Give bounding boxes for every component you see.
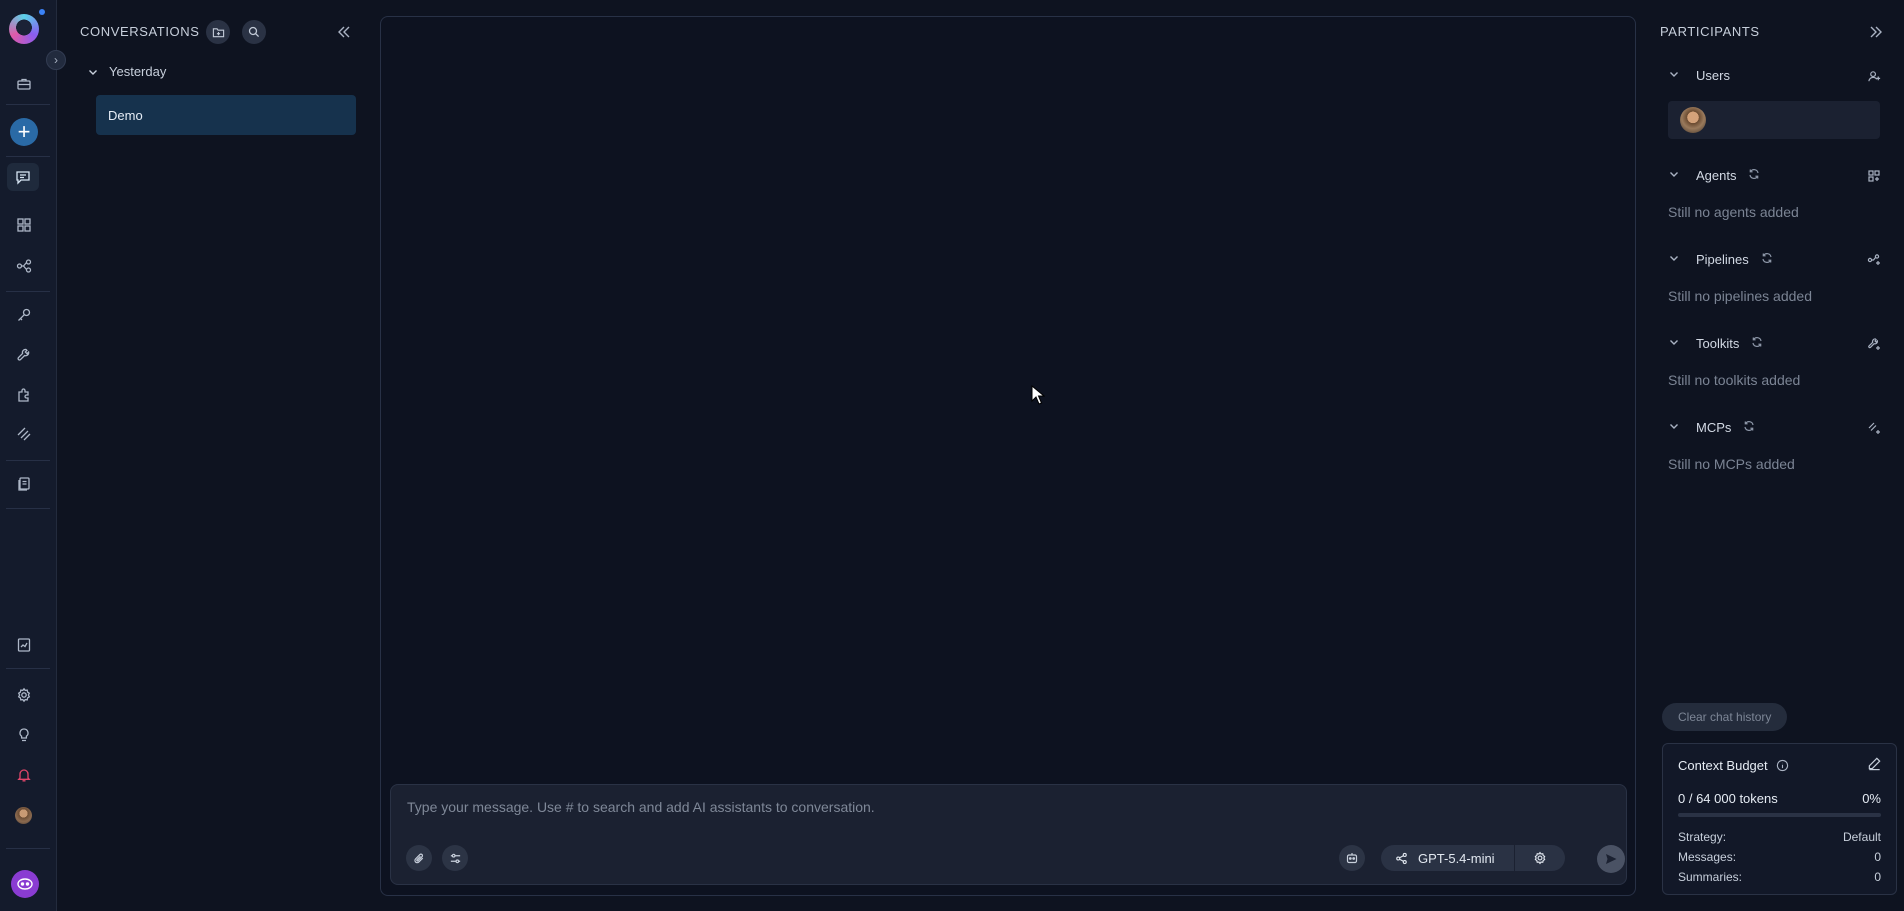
group-label: Yesterday — [109, 64, 167, 79]
refresh-icon[interactable] — [1751, 336, 1763, 351]
user-list — [1668, 101, 1880, 139]
chevron-down-icon — [1668, 252, 1682, 267]
users-label: Users — [1696, 68, 1730, 83]
chevron-down-icon — [1668, 336, 1682, 351]
messages-row: Messages: 0 — [1678, 850, 1881, 864]
pipelines-section-toggle[interactable]: Pipelines — [1668, 252, 1773, 267]
mcps-section-toggle[interactable]: MCPs — [1668, 420, 1755, 435]
messages-label: Messages: — [1678, 850, 1737, 864]
chevron-down-icon — [89, 69, 97, 75]
wrench-icon[interactable] — [12, 343, 36, 367]
assistant-icon[interactable] — [11, 870, 39, 898]
attach-icon[interactable] — [406, 845, 432, 871]
conversation-item[interactable]: Demo — [96, 95, 356, 135]
toolkits-label: Toolkits — [1696, 336, 1740, 351]
conversations-header: CONVERSATIONS — [80, 24, 200, 39]
refresh-icon[interactable] — [1761, 252, 1773, 267]
puzzle-icon[interactable] — [12, 383, 36, 407]
chevron-down-icon — [1668, 68, 1682, 83]
reports-icon[interactable] — [12, 633, 36, 657]
mcps-empty-text: Still no MCPs added — [1668, 456, 1795, 472]
users-section-toggle[interactable]: Users — [1668, 68, 1730, 83]
clear-history-button[interactable]: Clear chat history — [1662, 703, 1788, 731]
model-settings-icon[interactable] — [1515, 851, 1565, 865]
send-button[interactable] — [1597, 845, 1625, 873]
documents-icon[interactable] — [12, 472, 36, 496]
message-composer[interactable]: Type your message. Use # to search and a… — [390, 784, 1627, 885]
token-usage-row: 0 / 64 000 tokens 0% — [1678, 791, 1881, 806]
refresh-icon[interactable] — [1743, 420, 1755, 435]
context-budget-title: Context Budget — [1678, 758, 1768, 773]
briefcase-icon[interactable] — [12, 72, 36, 96]
pipelines-empty-text: Still no pipelines added — [1668, 288, 1812, 304]
lightbulb-icon[interactable] — [12, 723, 36, 747]
key-icon[interactable] — [12, 303, 36, 327]
context-budget-card: Context Budget 0 / 64 000 tokens 0% Stra… — [1662, 743, 1897, 895]
mcps-label: MCPs — [1696, 420, 1732, 435]
strategy-value: Default — [1842, 830, 1881, 844]
messages-value: 0 — [1874, 850, 1881, 864]
refresh-icon[interactable] — [1748, 168, 1760, 183]
model-selector[interactable]: GPT-5.4-mini — [1381, 845, 1565, 871]
token-percent: 0% — [1862, 791, 1881, 806]
add-mcp-icon[interactable] — [1862, 416, 1886, 440]
token-count: 0 / 64 000 tokens — [1678, 791, 1778, 806]
chat-panel: Type your message. Use # to search and a… — [380, 16, 1636, 896]
pipelines-label: Pipelines — [1696, 252, 1749, 267]
agents-empty-text: Still no agents added — [1668, 204, 1799, 220]
model-name: GPT-5.4-mini — [1418, 850, 1495, 866]
grid-icon[interactable] — [12, 213, 36, 237]
sliders-icon[interactable] — [442, 845, 468, 871]
bell-icon[interactable] — [12, 763, 36, 787]
summaries-row: Summaries: 0 — [1678, 870, 1881, 884]
toolkits-section-toggle[interactable]: Toolkits — [1668, 336, 1763, 351]
nav-rail: › + — [0, 0, 66, 911]
app-root: › + CONVERSATIONS Yesterday Demo Type yo… — [0, 0, 1904, 911]
robot-icon[interactable] — [1339, 845, 1365, 871]
search-icon[interactable] — [242, 20, 266, 44]
conversation-group-yesterday[interactable]: Yesterday — [87, 64, 166, 79]
add-user-icon[interactable] — [1862, 64, 1886, 88]
collapse-sidebar-icon[interactable] — [332, 20, 356, 44]
participants-panel: PARTICIPANTS Users Agents Still no agent… — [1650, 0, 1904, 911]
new-conversation-button[interactable]: + — [10, 118, 38, 146]
message-input[interactable]: Type your message. Use # to search and a… — [407, 799, 875, 815]
conversations-sidebar: CONVERSATIONS Yesterday Demo — [57, 0, 367, 911]
summaries-label: Summaries: — [1678, 870, 1743, 884]
app-logo[interactable] — [9, 14, 39, 44]
profile-avatar[interactable] — [15, 807, 32, 824]
conversation-title: Demo — [108, 107, 143, 123]
strategy-label: Strategy: — [1678, 830, 1727, 844]
agents-section-toggle[interactable]: Agents — [1668, 168, 1760, 183]
add-agent-icon[interactable] — [1862, 164, 1886, 188]
mcp-icon[interactable] — [12, 422, 36, 446]
mouse-cursor — [1031, 384, 1046, 410]
strategy-row: Strategy: Default — [1678, 830, 1881, 844]
user-avatar[interactable] — [1680, 107, 1706, 133]
token-progress-bar — [1678, 813, 1881, 817]
add-toolkit-icon[interactable] — [1862, 332, 1886, 356]
agents-label: Agents — [1696, 168, 1737, 183]
new-folder-icon[interactable] — [206, 20, 230, 44]
add-pipeline-icon[interactable] — [1862, 248, 1886, 272]
chevron-down-icon — [1668, 420, 1682, 435]
chat-icon[interactable] — [7, 163, 39, 191]
chevron-down-icon — [1668, 168, 1682, 183]
share-icon — [1396, 852, 1407, 864]
settings-icon[interactable] — [12, 683, 36, 707]
participants-header: PARTICIPANTS — [1660, 24, 1760, 39]
pipelines-icon[interactable] — [12, 254, 36, 278]
collapse-participants-icon[interactable] — [1864, 20, 1888, 44]
notification-dot — [39, 9, 45, 15]
edit-icon[interactable] — [1867, 756, 1882, 776]
info-icon[interactable] — [1776, 759, 1789, 772]
expand-rail-button[interactable]: › — [46, 50, 66, 70]
toolkits-empty-text: Still no toolkits added — [1668, 372, 1801, 388]
summaries-value: 0 — [1874, 870, 1881, 884]
